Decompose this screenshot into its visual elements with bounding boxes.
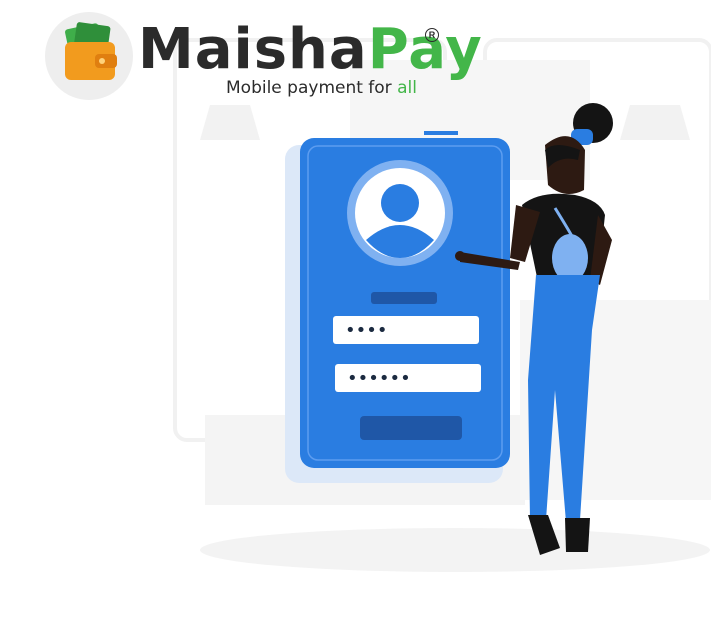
- login-illustration: •••• •••••• MaishaPay R Mobile payment f…: [0, 0, 711, 625]
- floor-shadow: [200, 528, 710, 572]
- brand-tagline: Mobile payment for all: [226, 78, 417, 98]
- registered-mark: R: [425, 28, 439, 42]
- tagline-main: Mobile payment for: [226, 78, 398, 98]
- user-avatar-icon: [347, 160, 453, 266]
- password-dots-2: ••••••: [347, 368, 411, 389]
- login-button-shape: [360, 416, 462, 440]
- brand-name-part1: Maisha: [138, 17, 368, 82]
- tagline-accent: all: [397, 78, 417, 98]
- brand-name-part2: Pay: [367, 17, 483, 82]
- logo-circle: [45, 12, 133, 100]
- username-label-bar: [371, 292, 437, 304]
- brand-header: MaishaPay R Mobile payment for all: [45, 12, 482, 104]
- password-dots-1: ••••: [345, 320, 387, 341]
- wallet-icon: [65, 22, 117, 80]
